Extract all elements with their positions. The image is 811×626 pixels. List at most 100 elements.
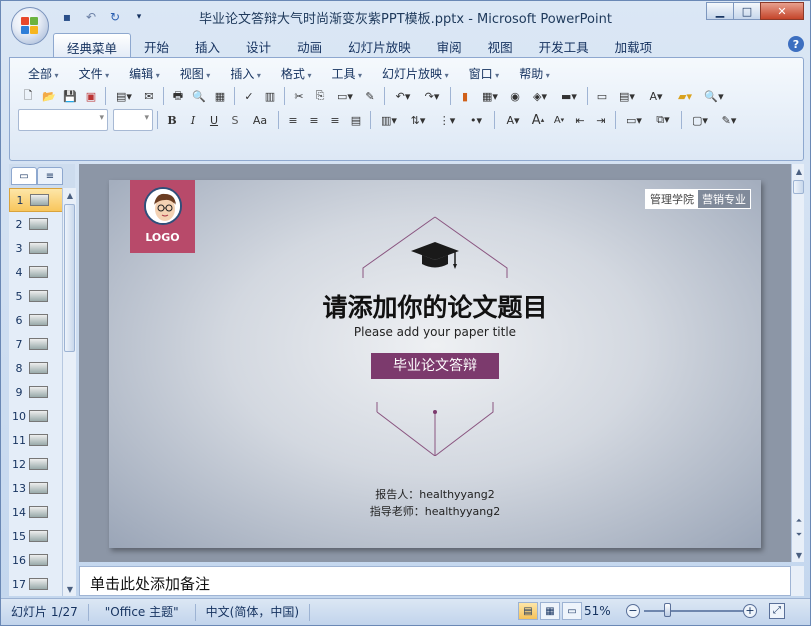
arrange-icon[interactable]: ⧉▾ <box>649 110 677 130</box>
tab-review[interactable]: 审阅 <box>424 33 475 57</box>
tab-insert[interactable]: 插入 <box>182 33 233 57</box>
save-toolbar-icon[interactable]: 💾 <box>60 86 80 106</box>
scroll-down-icon[interactable]: ▼ <box>792 548 806 562</box>
menu-file[interactable]: 文件 <box>69 63 120 84</box>
language[interactable]: 中文(简体，中国) <box>196 603 311 621</box>
align-right-icon[interactable]: ≡ <box>325 110 345 130</box>
customize-qat-icon[interactable]: ▾ <box>129 8 149 26</box>
shrink-font-icon[interactable]: A ▾ <box>549 110 569 130</box>
slideshow-view-icon[interactable]: ▭ <box>562 602 582 620</box>
scroll-thumb[interactable] <box>64 204 75 352</box>
permission-icon[interactable]: ▤▾ <box>110 86 138 106</box>
redo-toolbar-icon[interactable]: ↷▾ <box>418 86 446 106</box>
menu-all[interactable]: 全部 <box>18 63 69 84</box>
copy-icon[interactable]: ⎘ <box>310 86 330 106</box>
theme-name[interactable]: "Office 主题" <box>89 603 196 621</box>
pdf-icon[interactable]: ▣ <box>81 86 101 106</box>
normal-view-icon[interactable]: ▤ <box>518 602 538 620</box>
help-icon[interactable]: ? <box>788 36 804 52</box>
slide-thumbnail[interactable]: 6 <box>9 308 63 332</box>
change-case-button[interactable]: Aa <box>246 110 274 130</box>
zoom-slider[interactable] <box>644 610 749 612</box>
bullets-icon[interactable]: •▾ <box>462 110 490 130</box>
minimize-button[interactable]: ▁ <box>706 2 734 20</box>
text-direction-icon[interactable]: ⇅▾ <box>404 110 432 130</box>
slide-thumbnail[interactable]: 13 <box>9 476 63 500</box>
close-button[interactable]: ✕ <box>760 2 804 20</box>
slide-thumbnail[interactable]: 14 <box>9 500 63 524</box>
chart-icon[interactable]: ▮ <box>455 86 475 106</box>
email-icon[interactable]: ✉ <box>139 86 159 106</box>
underline-button[interactable]: U <box>204 110 224 130</box>
tab-developer[interactable]: 开发工具 <box>526 33 602 57</box>
menu-insert[interactable]: 插入 <box>220 63 271 84</box>
office-button[interactable] <box>11 7 49 45</box>
shape-fill-icon[interactable]: ▢▾ <box>686 110 714 130</box>
numbering-icon[interactable]: ⋮▾ <box>433 110 461 130</box>
slide-canvas[interactable]: LOGO 管理学院 营销专业 请添加你的论文题目 Please add your… <box>109 180 761 548</box>
menu-help[interactable]: 帮助 <box>509 63 560 84</box>
slide-thumbnail[interactable]: 15 <box>9 524 63 548</box>
tab-view[interactable]: 视图 <box>475 33 526 57</box>
zoom-level[interactable]: 51% <box>584 604 611 618</box>
spelling-icon[interactable]: ✓ <box>239 86 259 106</box>
next-slide-icon[interactable]: ⏷ <box>792 528 806 542</box>
layout-icon[interactable]: ▤▾ <box>613 86 641 106</box>
bold-button[interactable]: B <box>162 110 182 130</box>
print-preview-icon[interactable]: 🔍 <box>189 86 209 106</box>
slide-thumbnail[interactable]: 8 <box>9 356 63 380</box>
find-icon[interactable]: 🔍 ▾ <box>700 86 728 106</box>
slide-thumbnail[interactable]: 4 <box>9 260 63 284</box>
scroll-up-icon[interactable]: ▲ <box>792 164 806 178</box>
slide-thumbnail[interactable]: 12 <box>9 452 63 476</box>
shadow-button[interactable]: S <box>225 110 245 130</box>
thumbnails-scrollbar[interactable]: ▲ ▼ <box>62 188 76 596</box>
menu-view[interactable]: 视图 <box>170 63 221 84</box>
editor-scrollbar[interactable]: ▲ ⏶ ⏷ ▼ <box>791 164 804 562</box>
fill-color-icon[interactable]: ▬▾ <box>555 86 583 106</box>
slide-thumbnail[interactable]: 9 <box>9 380 63 404</box>
notes-scrollbar[interactable] <box>791 566 804 596</box>
grow-font-icon[interactable]: A ▴ <box>528 110 548 130</box>
menu-tools[interactable]: 工具 <box>321 63 372 84</box>
slide-thumbnail[interactable]: 3 <box>9 236 63 260</box>
font-size-combo[interactable] <box>113 109 153 131</box>
tab-design[interactable]: 设计 <box>233 33 284 57</box>
undo-toolbar-icon[interactable]: ↶▾ <box>389 86 417 106</box>
research-icon[interactable]: ▦ <box>210 86 230 106</box>
open-icon[interactable]: 📂 <box>39 86 59 106</box>
zoom-in-icon[interactable]: + <box>743 604 757 618</box>
textbox-icon[interactable]: A ▾ <box>642 86 670 106</box>
menu-window[interactable]: 窗口 <box>459 63 510 84</box>
fit-to-window-icon[interactable]: ⤢ <box>769 603 785 619</box>
tab-addins[interactable]: 加载项 <box>602 33 666 57</box>
italic-button[interactable]: I <box>183 110 203 130</box>
slide-thumbnail[interactable]: 10 <box>9 404 63 428</box>
decrease-indent-icon[interactable]: ⇤ <box>570 110 590 130</box>
maximize-button[interactable]: □ <box>733 2 761 20</box>
slide-thumbnail[interactable]: 5 <box>9 284 63 308</box>
tab-outline[interactable]: ≡ <box>37 167 63 185</box>
menu-format[interactable]: 格式 <box>271 63 322 84</box>
notes-pane[interactable]: 单击此处添加备注 <box>79 566 791 596</box>
tab-classic-menu[interactable]: 经典菜单 <box>53 33 132 57</box>
format-painter-icon[interactable]: ✎ <box>360 86 380 106</box>
prev-slide-icon[interactable]: ⏶ <box>792 514 806 528</box>
scroll-up-icon[interactable]: ▲ <box>63 188 77 202</box>
new-icon[interactable]: 🗋 <box>18 86 38 106</box>
shape-outline-icon[interactable]: ✎▾ <box>715 110 743 130</box>
menu-edit[interactable]: 编辑 <box>119 63 170 84</box>
align-center-icon[interactable]: ≡ <box>304 110 324 130</box>
slide-thumbnail[interactable]: 1 <box>9 188 63 212</box>
paste-icon[interactable]: ▭▾ <box>331 86 359 106</box>
justify-icon[interactable]: ▤ <box>346 110 366 130</box>
tab-slideshow[interactable]: 幻灯片放映 <box>335 33 424 57</box>
slide-thumbnail[interactable]: 17 <box>9 572 63 596</box>
increase-indent-icon[interactable]: ⇥ <box>591 110 611 130</box>
scroll-thumb[interactable] <box>793 180 804 194</box>
undo-icon[interactable]: ↶ <box>81 8 101 26</box>
menu-slideshow[interactable]: 幻灯片放映 <box>372 63 459 84</box>
thesaurus-icon[interactable]: ▥ <box>260 86 280 106</box>
zoom-out-icon[interactable]: − <box>626 604 640 618</box>
font-color-icon[interactable]: A ▾ <box>499 110 527 130</box>
